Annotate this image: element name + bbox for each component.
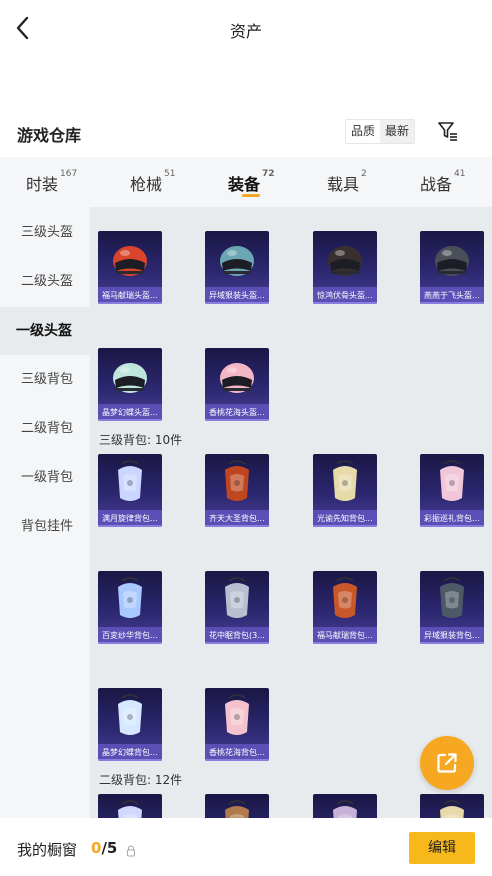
share-button[interactable] <box>420 736 474 790</box>
item-rarity-bar <box>98 419 162 421</box>
backpack-item-card[interactable]: 香桃花海背包... <box>205 688 269 761</box>
tab-equipment[interactable]: 装备72 <box>228 169 275 195</box>
item-rarity-bar <box>205 759 269 761</box>
showcase-count: 0/5 <box>91 839 118 857</box>
sidebar-item-level2-helmet[interactable]: 二级头盔 <box>0 258 90 306</box>
page-title: 资产 <box>229 22 262 41</box>
backpack-item-card[interactable]: 花中眠背包(3... <box>205 571 269 644</box>
group-label: 三级背包: 10件 <box>99 433 183 447</box>
item-rarity-bar <box>98 525 162 527</box>
footer-bar: 我的橱窗 0/5 编辑 <box>0 818 492 876</box>
item-rarity-bar <box>205 642 269 644</box>
backpack-item-card[interactable]: 齐天大圣背包... <box>205 454 269 527</box>
item-grid: 福马献瑞头盔... 异域狠装头盔... 惊鸿伏骨头盔... 燕燕于飞头盔... 晶梦幻蝶… <box>90 207 492 819</box>
showcase-label: 我的橱窗 <box>17 841 78 859</box>
sort-latest-button[interactable]: 最新 <box>380 120 415 143</box>
sidebar-item-level3-helmet[interactable]: 三级头盔 <box>0 209 90 257</box>
sidebar-item-level2-backpack[interactable]: 二级背包 <box>0 405 90 453</box>
item-rarity-bar <box>420 642 484 644</box>
tab-vehicles[interactable]: 载具2 <box>327 169 367 195</box>
sidebar: 三级头盔 二级头盔 一级头盔 三级背包 二级背包 一级背包 背包挂件 <box>0 207 90 819</box>
backpack-item-card[interactable]: 满月旋律背包... <box>98 454 162 527</box>
tab-guns[interactable]: 枪械51 <box>130 169 175 195</box>
top-bar: 资产 <box>0 0 492 56</box>
sidebar-item-level1-helmet[interactable]: 一级头盔 <box>0 307 90 355</box>
section-header: 游戏仓库 品质 最新 <box>0 116 492 150</box>
item-rarity-bar <box>420 525 484 527</box>
external-link-icon <box>437 753 457 773</box>
helmet-item-card[interactable]: 福马献瑞头盔... <box>98 231 162 304</box>
group-label: 二级背包: 12件 <box>99 773 183 787</box>
edit-button[interactable]: 编辑 <box>409 832 475 864</box>
helmet-item-card[interactable]: 香桃花海头盔... <box>205 348 269 421</box>
item-rarity-bar <box>205 419 269 421</box>
item-rarity-bar <box>420 302 484 304</box>
backpack-item-card[interactable]: 光谕先知背包... <box>313 454 377 527</box>
tab-fashion[interactable]: 时装167 <box>26 169 77 195</box>
item-rarity-bar <box>205 525 269 527</box>
backpack-item-card[interactable] <box>420 794 484 819</box>
active-tab-indicator <box>242 194 260 197</box>
backpack-item-card[interactable]: 彩振巡礼背包... <box>420 454 484 527</box>
filter-icon[interactable] <box>437 120 459 142</box>
backpack-item-card[interactable] <box>98 794 162 819</box>
section-title: 游戏仓库 <box>17 126 82 145</box>
item-rarity-bar <box>98 642 162 644</box>
tab-supplies[interactable]: 战备41 <box>420 169 465 195</box>
backpack-item-card[interactable]: 福马献瑞背包... <box>313 571 377 644</box>
sidebar-item-backpack-charm[interactable]: 背包挂件 <box>0 503 90 551</box>
backpack-item-card[interactable] <box>313 794 377 819</box>
sidebar-item-level1-backpack[interactable]: 一级背包 <box>0 454 90 502</box>
backpack-item-card[interactable]: 晶梦幻蝶背包... <box>98 688 162 761</box>
category-tabs: 时装167 枪械51 装备72 载具2 战备41 <box>0 157 492 207</box>
helmet-item-card[interactable]: 晶梦幻蝶头盔... <box>98 348 162 421</box>
sort-toggle: 品质 最新 <box>345 119 416 144</box>
item-rarity-bar <box>205 302 269 304</box>
item-rarity-bar <box>98 759 162 761</box>
backpack-item-card[interactable] <box>205 794 269 819</box>
helmet-item-card[interactable]: 燕燕于飞头盔... <box>420 231 484 304</box>
item-rarity-bar <box>313 525 377 527</box>
sidebar-item-level3-backpack[interactable]: 三级背包 <box>0 356 90 404</box>
backpack-item-card[interactable]: 百変纱华背包... <box>98 571 162 644</box>
lock-icon <box>126 842 136 857</box>
item-rarity-bar <box>313 302 377 304</box>
item-rarity-bar <box>313 642 377 644</box>
backpack-item-card[interactable]: 异域狠装背包... <box>420 571 484 644</box>
sort-quality-button[interactable]: 品质 <box>346 120 381 143</box>
helmet-item-card[interactable]: 异域狠装头盔... <box>205 231 269 304</box>
item-rarity-bar <box>98 302 162 304</box>
helmet-item-card[interactable]: 惊鸿伏骨头盔... <box>313 231 377 304</box>
